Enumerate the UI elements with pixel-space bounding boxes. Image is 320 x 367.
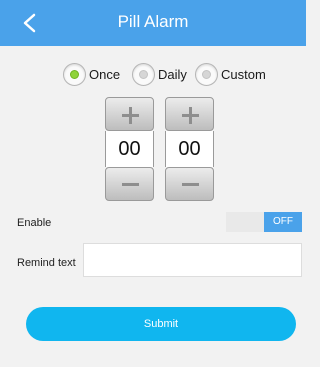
- frequency-radio-group: Once Daily Custom: [0, 62, 306, 86]
- app-header: Pill Alarm: [0, 0, 306, 46]
- minute-spinner: 00: [165, 97, 214, 201]
- radio-once[interactable]: Once: [63, 62, 120, 86]
- page-title: Pill Alarm: [117, 12, 189, 31]
- minus-icon: [122, 183, 139, 186]
- enable-toggle-state[interactable]: OFF: [264, 212, 302, 232]
- radio-daily-label[interactable]: Daily: [158, 67, 187, 82]
- hour-increment-button[interactable]: [105, 97, 154, 131]
- remind-text-input[interactable]: [83, 243, 302, 277]
- minus-icon: [182, 183, 199, 186]
- radio-once-circle[interactable]: [63, 62, 86, 86]
- minute-increment-button[interactable]: [165, 97, 214, 131]
- hour-value[interactable]: 00: [105, 131, 154, 167]
- radio-custom-circle[interactable]: [195, 62, 218, 86]
- radio-custom[interactable]: Custom: [195, 62, 266, 86]
- minute-value[interactable]: 00: [165, 131, 214, 167]
- radio-custom-dot: [202, 69, 211, 79]
- radio-once-label[interactable]: Once: [89, 67, 120, 82]
- radio-custom-label[interactable]: Custom: [221, 67, 266, 82]
- minute-decrement-button[interactable]: [165, 167, 214, 201]
- plus-icon-vertical: [189, 107, 192, 124]
- hour-decrement-button[interactable]: [105, 167, 154, 201]
- radio-daily-circle[interactable]: [132, 62, 155, 86]
- radio-daily[interactable]: Daily: [132, 62, 187, 86]
- enable-toggle[interactable]: OFF: [226, 212, 302, 232]
- radio-once-dot: [70, 69, 79, 79]
- hour-spinner: 00: [105, 97, 154, 201]
- submit-button[interactable]: Submit: [26, 307, 296, 341]
- remind-text-label: Remind text: [17, 257, 76, 269]
- enable-label: Enable: [17, 217, 52, 229]
- plus-icon-vertical: [129, 107, 132, 124]
- radio-daily-dot: [139, 69, 148, 79]
